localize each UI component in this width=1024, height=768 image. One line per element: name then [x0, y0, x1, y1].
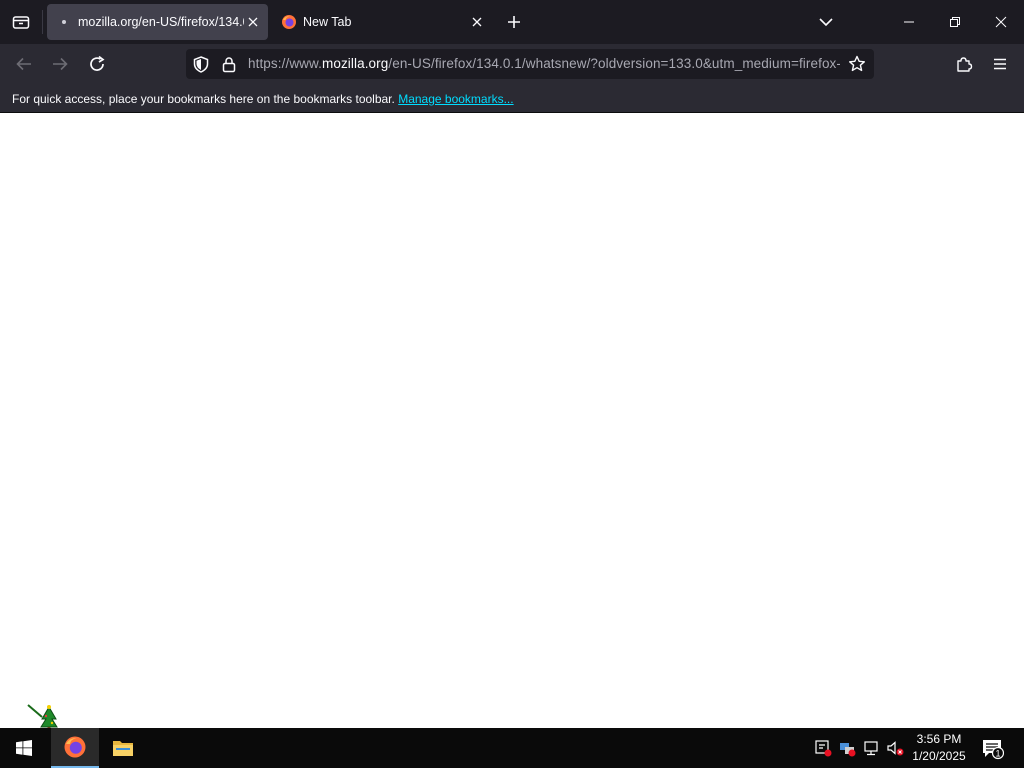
network-sharing-tray-icon[interactable]	[837, 738, 857, 758]
close-tab-button[interactable]	[244, 13, 262, 31]
forward-button[interactable]	[46, 50, 74, 78]
url-path: /en-US/firefox/134.0.1/whatsnew/?oldvers…	[388, 56, 840, 71]
close-window-button[interactable]	[978, 0, 1024, 44]
restore-button[interactable]	[932, 0, 978, 44]
tab-new-tab[interactable]: New Tab	[272, 4, 492, 40]
back-icon	[16, 57, 31, 71]
page-content[interactable]	[0, 113, 1024, 728]
extensions-button[interactable]	[950, 50, 978, 78]
extensions-icon	[957, 57, 973, 72]
list-all-tabs-button[interactable]	[814, 10, 838, 34]
firefox-icon	[281, 14, 297, 30]
navigation-toolbar: https://www.mozilla.org/en-US/firefox/13…	[0, 44, 1024, 84]
tab-title: New Tab	[303, 15, 352, 29]
bookmark-star-button[interactable]	[848, 55, 866, 73]
menu-icon	[994, 58, 1006, 70]
taskbar-firefox[interactable]	[51, 728, 99, 768]
tab-strip: mozilla.org/en-US/firefox/134.0.1/whatsn…	[0, 0, 1024, 44]
url-bar[interactable]: https://www.mozilla.org/en-US/firefox/13…	[186, 49, 874, 79]
close-icon	[472, 17, 482, 27]
lock-icon	[222, 56, 236, 72]
firefox-icon	[64, 736, 86, 758]
volume-muted-icon[interactable]	[885, 738, 905, 758]
minimize-icon	[904, 21, 914, 23]
firefox-view-button[interactable]	[0, 0, 42, 44]
security-tray-icon[interactable]	[813, 738, 833, 758]
taskbar-file-explorer[interactable]	[99, 728, 147, 768]
windows-start-icon	[16, 740, 32, 756]
reload-button[interactable]	[83, 50, 111, 78]
clock-time: 3:56 PM	[916, 732, 962, 746]
tab-whatsnew[interactable]: mozilla.org/en-US/firefox/134.0.1/whatsn…	[47, 4, 268, 40]
url-host: mozilla.org	[321, 56, 389, 71]
minimize-button[interactable]	[886, 0, 932, 44]
close-tab-button[interactable]	[468, 13, 486, 31]
loading-dot-icon	[56, 14, 72, 30]
notification-icon[interactable]: 1	[980, 736, 1004, 760]
chevron-down-icon	[819, 18, 833, 27]
reload-icon	[90, 55, 105, 71]
new-tab-button[interactable]	[502, 10, 526, 34]
tracking-protection-button[interactable]	[192, 55, 210, 73]
close-icon	[995, 16, 1007, 28]
bookmarks-message-text: For quick access, place your bookmarks h…	[12, 92, 395, 106]
url-prefix: https://www.	[248, 56, 322, 71]
start-button[interactable]	[0, 728, 48, 768]
star-icon	[849, 55, 865, 72]
tab-separator	[42, 10, 43, 34]
app-menu-button[interactable]	[986, 50, 1014, 78]
close-icon	[248, 17, 258, 27]
tree-cursor-icon	[27, 704, 58, 730]
restore-icon	[950, 17, 960, 27]
site-info-button[interactable]	[220, 55, 238, 73]
network-icon[interactable]	[861, 738, 881, 758]
taskbar: 3:56 PM 1/20/2025 1	[0, 728, 1024, 768]
plus-icon	[508, 16, 520, 28]
notification-count: 1	[995, 749, 1000, 759]
back-button[interactable]	[10, 50, 38, 78]
shield-icon	[193, 55, 209, 73]
clock-date: 1/20/2025	[912, 749, 966, 763]
bookmarks-toolbar: For quick access, place your bookmarks h…	[0, 84, 1024, 113]
tab-title: mozilla.org/en-US/firefox/134.0.1/whatsn…	[78, 15, 244, 29]
bookmarks-empty-message: For quick access, place your bookmarks h…	[12, 92, 514, 106]
list-all-tabs-icon	[12, 16, 30, 29]
forward-icon	[53, 57, 68, 71]
url-text[interactable]: https://www.mozilla.org/en-US/firefox/13…	[248, 56, 840, 74]
manage-bookmarks-link[interactable]: Manage bookmarks...	[398, 92, 513, 106]
clock[interactable]: 3:56 PM 1/20/2025	[906, 731, 972, 765]
file-explorer-icon	[113, 741, 133, 756]
